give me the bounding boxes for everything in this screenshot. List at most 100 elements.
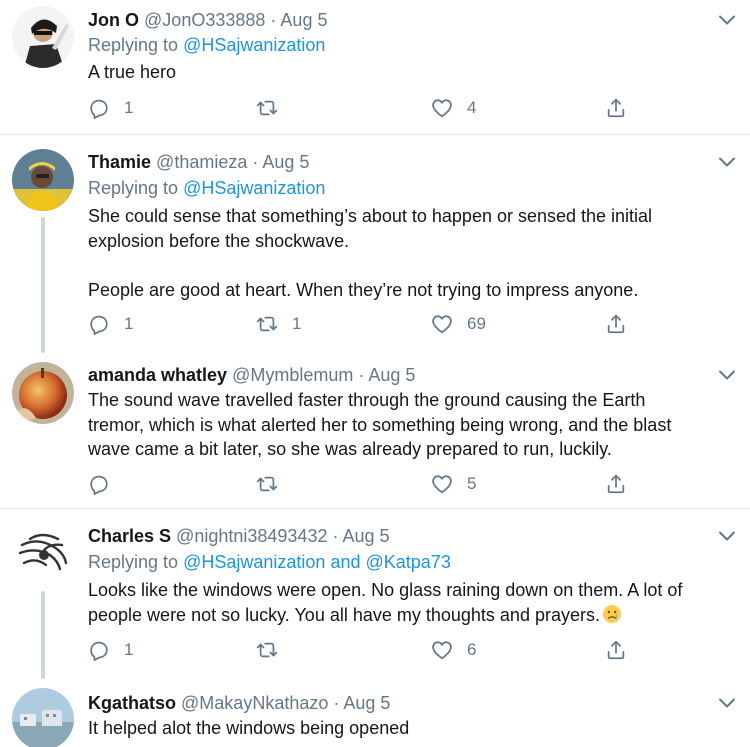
display-name[interactable]: Thamie	[88, 152, 151, 172]
display-name[interactable]: Kgathatso	[88, 693, 176, 713]
separator-dot: ·	[252, 152, 259, 172]
tweet-actions: 5	[88, 470, 648, 498]
retweet-button[interactable]	[256, 636, 278, 664]
tweet-date[interactable]: Aug 5	[368, 365, 415, 385]
chevron-down-icon[interactable]	[718, 530, 736, 542]
reply-button[interactable]: 1	[88, 310, 133, 338]
tweet-text: She could sense that something’s about t…	[88, 204, 738, 302]
tweet-date[interactable]: Aug 5	[343, 526, 390, 546]
crying-face-icon	[602, 604, 621, 623]
retweet-button[interactable]: 1	[256, 310, 301, 338]
display-name[interactable]: Charles S	[88, 526, 171, 546]
tweet[interactable]: Charles S @nightni38493432 · Aug 5 Reply…	[0, 509, 750, 684]
like-button[interactable]: 4	[431, 94, 476, 122]
reply-button[interactable]: 1	[88, 94, 133, 122]
tweet-text-line: People are good at heart. When they’re n…	[88, 279, 639, 300]
avatar[interactable]	[12, 149, 74, 211]
retweet-button[interactable]	[256, 94, 278, 122]
chevron-down-icon[interactable]	[718, 369, 736, 381]
reply-count: 1	[124, 640, 134, 659]
reply-count: 1	[124, 98, 134, 117]
thread-line	[41, 591, 45, 679]
tweet-text-line: She could sense that something’s about t…	[88, 206, 653, 226]
like-count: 4	[467, 98, 477, 117]
tweet-date[interactable]: Aug 5	[343, 693, 390, 713]
share-button[interactable]	[605, 470, 627, 498]
handle[interactable]: @Mymblemum	[232, 365, 353, 385]
share-icon	[605, 97, 627, 119]
replying-to-label: Replying to	[88, 178, 179, 198]
reply-icon	[88, 97, 110, 119]
share-button[interactable]	[605, 636, 627, 664]
tweet-text-line: wave came a bit later, so she was alread…	[88, 439, 612, 459]
tweet-text: A true hero	[88, 60, 738, 85]
share-button[interactable]	[605, 310, 627, 338]
like-button[interactable]: 6	[431, 636, 476, 664]
heart-icon	[431, 473, 453, 495]
avatar[interactable]	[12, 688, 74, 747]
handle[interactable]: @JonO333888	[144, 10, 265, 30]
chevron-down-icon[interactable]	[718, 14, 736, 26]
reply-mention-link[interactable]: @Katpa73	[366, 552, 451, 572]
tweet-text-line: Looks like the windows were open. No gla…	[88, 580, 683, 600]
display-name[interactable]: Jon O	[88, 10, 139, 30]
like-button[interactable]: 69	[431, 310, 486, 338]
tweet-date[interactable]: Aug 5	[262, 152, 309, 172]
reply-mention-and[interactable]: and	[330, 552, 360, 572]
like-count: 69	[467, 314, 486, 333]
tweet[interactable]: amanda whatley @Mymblemum · Aug 5 The so…	[0, 356, 750, 508]
tweet-text: It helped alot the windows being opened	[88, 716, 738, 741]
reply-count: 1	[124, 314, 134, 333]
replying-to-label: Replying to	[88, 35, 179, 55]
display-name[interactable]: amanda whatley	[88, 365, 227, 385]
share-icon	[605, 639, 627, 661]
avatar[interactable]	[12, 6, 74, 68]
reply-mention-link[interactable]: @HSajwanization	[183, 552, 325, 572]
heart-icon	[431, 639, 453, 661]
reply-mention-link[interactable]: @HSajwanization	[183, 35, 325, 55]
tweet[interactable]: Jon O @JonO333888 · Aug 5 Replying to @H…	[0, 0, 750, 134]
share-button[interactable]	[605, 94, 627, 122]
chevron-down-icon[interactable]	[718, 156, 736, 168]
like-button[interactable]: 5	[431, 470, 476, 498]
retweet-button[interactable]	[256, 470, 278, 498]
tweet[interactable]: Thamie @thamieza · Aug 5 Replying to @HS…	[0, 135, 750, 356]
reply-button[interactable]	[88, 470, 110, 498]
reply-mention-link[interactable]: @HSajwanization	[183, 178, 325, 198]
reply-icon	[88, 473, 110, 495]
tweet-text: The sound wave travelled faster through …	[88, 388, 738, 462]
heart-icon	[431, 97, 453, 119]
heart-icon	[431, 313, 453, 335]
retweet-count: 1	[292, 314, 302, 333]
retweet-icon	[256, 473, 278, 495]
reply-icon	[88, 313, 110, 335]
chevron-down-icon[interactable]	[718, 697, 736, 709]
thread-line	[41, 217, 45, 353]
retweet-icon	[256, 313, 278, 335]
separator-dot: ·	[333, 693, 340, 713]
like-count: 6	[467, 640, 477, 659]
replying-to: Replying to @HSajwanization and @Katpa73	[88, 550, 451, 574]
reply-icon	[88, 639, 110, 661]
handle[interactable]: @MakayNkathazo	[181, 693, 328, 713]
tweet-date[interactable]: Aug 5	[280, 10, 327, 30]
tweet-text-line: tremor, which is what alerted her to som…	[88, 414, 672, 435]
like-count: 5	[467, 474, 477, 493]
tweet[interactable]: Kgathatso @MakayNkathazo · Aug 5 It help…	[0, 684, 750, 747]
handle[interactable]: @nightni38493432	[176, 526, 327, 546]
tweet-text-line-content: people were not so lucky. You all have m…	[88, 604, 600, 625]
share-icon	[605, 313, 627, 335]
share-icon	[605, 473, 627, 495]
tweet-text-line: It helped alot the windows being opened	[88, 718, 410, 738]
retweet-icon	[256, 97, 278, 119]
reply-button[interactable]: 1	[88, 636, 133, 664]
tweet-actions: 1 1 69	[88, 310, 648, 338]
avatar[interactable]	[12, 523, 74, 585]
handle[interactable]: @thamieza	[156, 152, 247, 172]
tweet-text-line: A true hero	[88, 62, 177, 82]
separator-dot: ·	[358, 365, 365, 385]
tweet-text-line: explosion before the shockwave.	[88, 230, 350, 251]
tweet-actions: 1 4	[88, 94, 648, 122]
avatar[interactable]	[12, 362, 74, 424]
tweet-text: Looks like the windows were open. No gla…	[88, 578, 738, 627]
